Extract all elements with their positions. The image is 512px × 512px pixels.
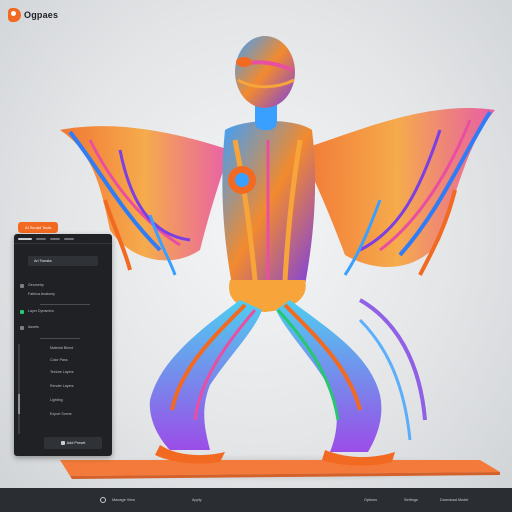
view-icon[interactable]	[100, 497, 106, 503]
panel-row-render-layers[interactable]: Render Layers	[50, 384, 74, 388]
panel-row-material-blend[interactable]: Material Blend	[50, 346, 73, 350]
add-preset-button[interactable]: Add Preset	[44, 437, 102, 449]
panel-row-art-tweaks[interactable]: Art Tweaks	[28, 256, 98, 266]
panel-body: Art Tweaks Geometry Fabrica Anatomy Laye…	[14, 234, 112, 456]
panel-row-geometry[interactable]: Geometry	[28, 283, 44, 287]
panel-tabs	[14, 234, 112, 244]
panel-tab-1[interactable]	[18, 237, 32, 240]
row-icon	[20, 284, 24, 288]
panel-tab-2[interactable]	[36, 237, 46, 240]
panel-row-assets[interactable]: Assets	[28, 325, 39, 329]
panel-row-export[interactable]: Export Scene	[50, 412, 72, 416]
manage-view-button[interactable]: Manage View	[112, 498, 135, 502]
panel-tab-3[interactable]	[50, 237, 60, 240]
assets-icon	[20, 326, 24, 330]
panel-divider	[40, 338, 80, 339]
tools-panel: AI Sculpt Tools Art Tweaks Geometry Fabr…	[14, 222, 112, 456]
options-button[interactable]: Options	[364, 498, 377, 502]
panel-tab-4[interactable]	[64, 237, 74, 240]
panel-scrollbar[interactable]	[18, 344, 20, 434]
bottom-toolbar: Manage View Apply Options Settings Downl…	[0, 488, 512, 512]
apply-button[interactable]: Apply	[192, 498, 202, 502]
panel-row-texture-layers[interactable]: Texture Layers	[50, 370, 74, 374]
panel-row-anatomy[interactable]: Fabrica Anatomy	[28, 292, 55, 296]
status-icon	[20, 310, 24, 314]
panel-row-layer-dynamics[interactable]: Layer Dynamics	[28, 309, 54, 313]
scrollbar-thumb[interactable]	[18, 394, 20, 414]
add-preset-label: Add Preset	[66, 441, 86, 445]
download-model-button[interactable]: Download Model	[440, 498, 468, 502]
settings-button[interactable]: Settings	[404, 498, 418, 502]
panel-row-lighting[interactable]: Lighting	[50, 398, 63, 402]
plus-icon	[60, 441, 65, 445]
panel-row-color-pass[interactable]: Color Pass	[50, 358, 68, 362]
panel-divider	[40, 304, 90, 305]
panel-tag[interactable]: AI Sculpt Tools	[18, 222, 59, 233]
